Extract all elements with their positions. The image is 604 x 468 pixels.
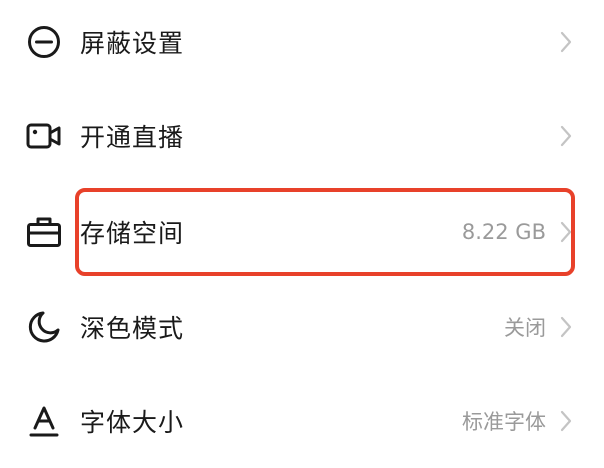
settings-row-value: 标准字体 [462, 410, 546, 434]
settings-row-font-size[interactable]: 字体大小 标准字体 [0, 374, 604, 468]
moon-icon [26, 309, 62, 345]
settings-row-label: 屏蔽设置 [80, 29, 185, 58]
chevron-right-icon [560, 316, 572, 338]
video-camera-icon [26, 118, 62, 154]
settings-row-dark-mode[interactable]: 深色模式 关闭 [0, 280, 604, 374]
font-size-icon [26, 403, 62, 439]
settings-row-label: 字体大小 [80, 408, 185, 437]
settings-row-block[interactable]: 屏蔽设置 [0, 0, 604, 89]
settings-row-value: 关闭 [504, 316, 546, 340]
chevron-right-icon [560, 221, 572, 243]
block-icon [26, 24, 62, 60]
chevron-right-icon [560, 125, 572, 147]
settings-row-label: 深色模式 [80, 314, 185, 343]
settings-row-label: 存储空间 [80, 219, 185, 248]
settings-row-live[interactable]: 开通直播 [0, 89, 604, 183]
chevron-right-icon [560, 410, 572, 432]
chevron-right-icon [560, 31, 572, 53]
settings-row-storage[interactable]: 存储空间 8.22 GB [0, 185, 604, 279]
settings-row-label: 开通直播 [80, 123, 185, 152]
storage-box-icon [26, 214, 62, 250]
settings-row-value: 8.22 GB [461, 220, 546, 244]
settings-list: 屏蔽设置 开通直播 存储空间 8.22 GB 深色模式 关闭 字体大小 标准字体 [0, 0, 604, 468]
